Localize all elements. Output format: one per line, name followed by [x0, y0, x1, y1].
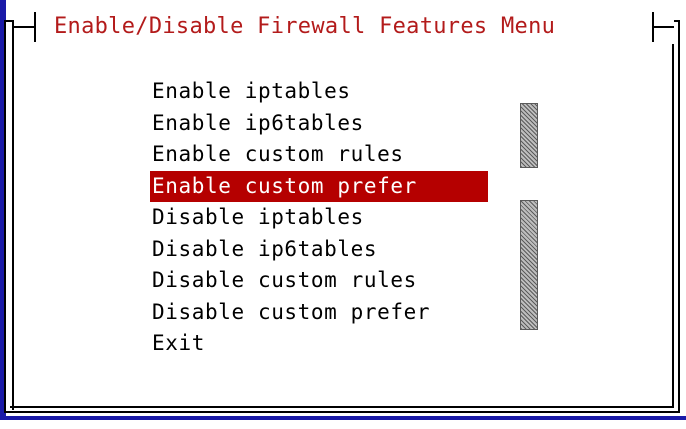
firewall-menu: Enable iptables Enable ip6tables Enable …: [150, 76, 488, 360]
scroll-indicator-disable-group[interactable]: [520, 200, 538, 330]
menu-item-disable-custom-rules[interactable]: Disable custom rules: [150, 265, 488, 297]
terminal-screen: Enable/Disable Firewall Features Menu En…: [0, 0, 686, 429]
dialog-left-border: [12, 20, 14, 410]
menu-item-enable-custom-rules[interactable]: Enable custom rules: [150, 139, 488, 171]
title-divider-right: [652, 26, 674, 28]
dialog-title: Enable/Disable Firewall Features Menu: [54, 14, 556, 39]
scroll-indicator-enable-group[interactable]: [520, 103, 538, 168]
title-bracket-left: [34, 12, 36, 42]
title-divider-left: [14, 26, 36, 28]
menu-item-enable-ip6tables[interactable]: Enable ip6tables: [150, 108, 488, 140]
menu-item-enable-iptables[interactable]: Enable iptables: [150, 76, 488, 108]
menu-item-exit[interactable]: Exit: [150, 328, 488, 360]
menu-item-disable-ip6tables[interactable]: Disable ip6tables: [150, 234, 488, 266]
terminal-edge-bottom: [0, 416, 686, 420]
menu-item-disable-custom-prefer[interactable]: Disable custom prefer: [150, 297, 488, 329]
menu-item-disable-iptables[interactable]: Disable iptables: [150, 202, 488, 234]
menu-item-enable-custom-prefer[interactable]: Enable custom prefer: [150, 170, 488, 202]
